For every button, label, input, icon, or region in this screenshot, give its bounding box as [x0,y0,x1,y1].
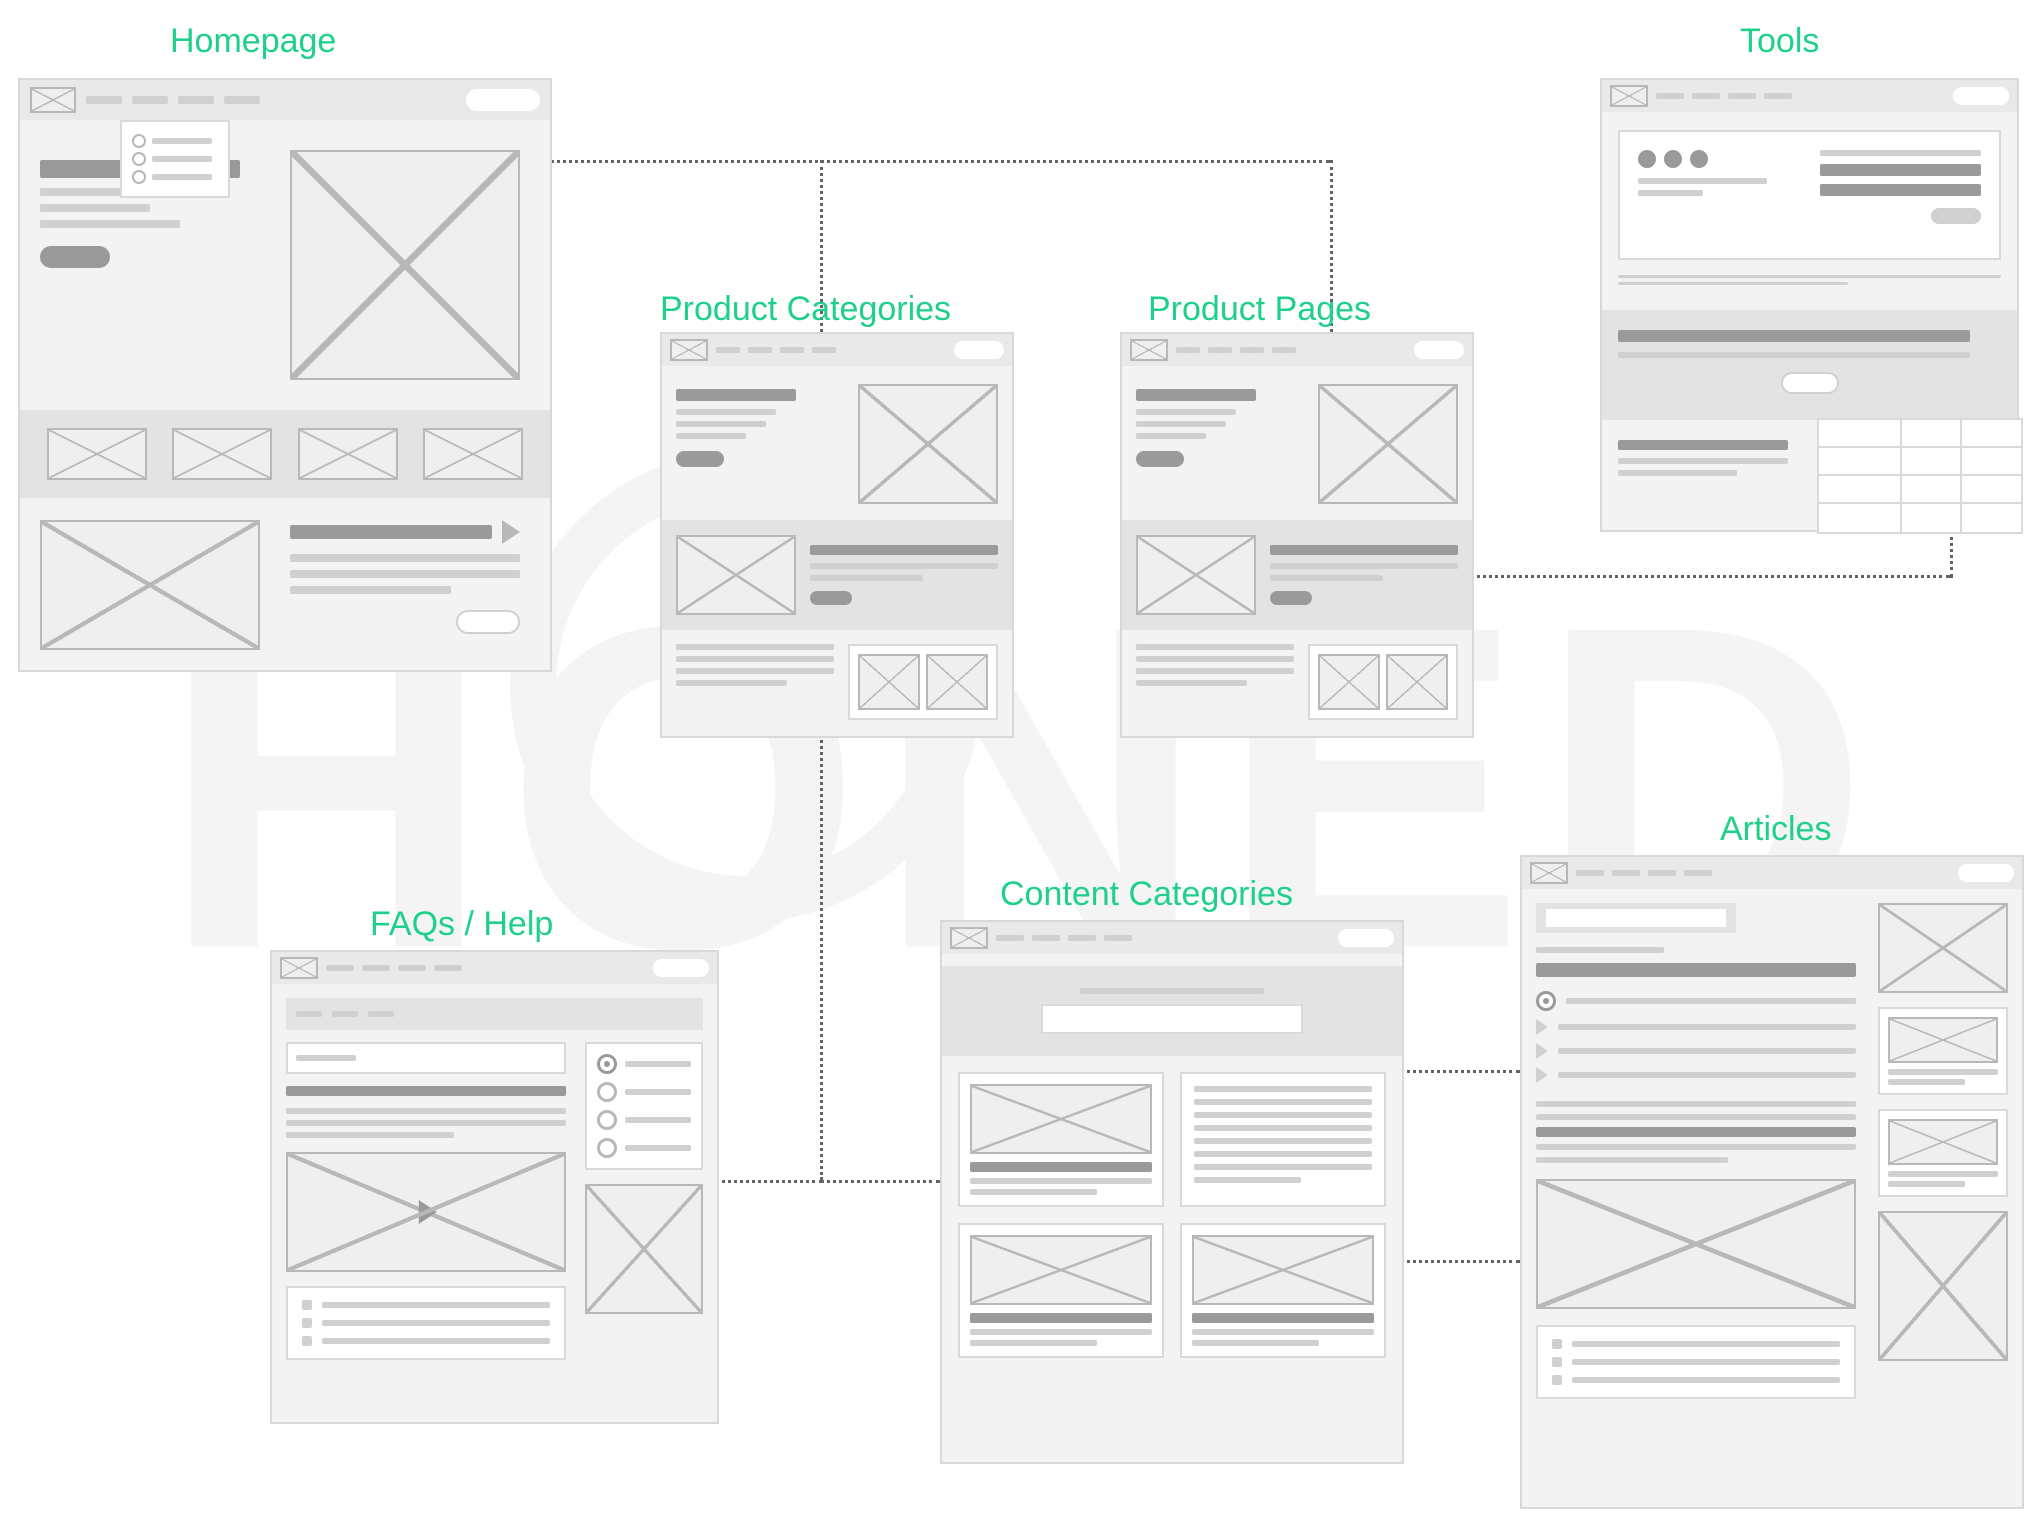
topbar [662,334,1012,366]
sitemap-canvas: HONED Homepage Tools Product Categories … [0,0,2042,1524]
radio-icon [597,1082,617,1102]
logo-icon [30,87,76,113]
dropdown-menu [120,120,230,198]
label-product-categories: Product Categories [660,290,951,329]
thumb [423,428,523,480]
checkbox-icon [1552,1357,1562,1367]
radio-icon [597,1054,617,1074]
topbar [1122,334,1472,366]
logo-icon [1610,85,1648,107]
card-thumb [926,654,988,710]
play-icon [419,1200,437,1224]
card-thumb [1386,654,1448,710]
nav-item [86,96,122,104]
connector [1400,1070,1520,1073]
connector [1470,575,1950,578]
radio-icon [132,152,146,166]
text-block [290,520,520,634]
wireframe-homepage [18,78,552,672]
radio-icon [132,134,146,148]
feature-image [676,535,796,615]
category-thumb [970,1084,1152,1154]
wireframe-tools [1600,78,2019,532]
product-hero-image [1318,384,1458,504]
feature-image [1136,535,1256,615]
topbar [20,80,550,120]
wireframe-faqs-help [270,950,719,1424]
checkbox-icon [302,1336,312,1346]
wireframe-articles [1520,855,2024,1509]
nav-item [224,96,260,104]
checkbox-icon [302,1318,312,1328]
logo-icon [670,339,708,361]
thumb [47,428,147,480]
bullet-arrow-icon [1536,1067,1548,1083]
article-image [1536,1179,1856,1309]
video-placeholder [286,1152,566,1272]
logo-icon [1530,862,1568,884]
play-arrow-icon [502,520,520,544]
sidebar-image [585,1184,703,1314]
label-content-categories: Content Categories [1000,875,1293,914]
category-hero-image [858,384,998,504]
label-articles: Articles [1720,810,1831,849]
option-dot [1690,150,1708,168]
topbar [1522,857,2022,889]
topbar [272,952,717,984]
connector [550,160,1330,163]
option-dot [1664,150,1682,168]
connector [820,735,823,1180]
connector [715,1180,823,1183]
logo-icon [280,957,318,979]
bullet-arrow-icon [1536,1043,1548,1059]
radio-icon [132,170,146,184]
sidebar-image [1878,903,2008,993]
checkbox-icon [1552,1375,1562,1385]
label-homepage: Homepage [170,22,336,61]
bullet-arrow-icon [1536,1019,1548,1035]
sidebar-ad-image [1878,1211,2008,1361]
checkbox-icon [302,1300,312,1310]
connector [1400,1260,1520,1263]
thumb [172,428,272,480]
radio-icon [597,1110,617,1130]
wireframe-product-pages [1120,332,1474,738]
option-dot [1638,150,1656,168]
card-thumb [858,654,920,710]
nav-item [178,96,214,104]
logo-icon [1130,339,1168,361]
media-block [40,520,260,650]
checkbox-icon [1552,1339,1562,1349]
connector [1950,530,1953,578]
wireframe-content-categories [940,920,1404,1464]
label-tools: Tools [1740,22,1819,61]
label-faqs-help: FAQs / Help [370,905,553,944]
topbar [1602,80,2017,112]
category-thumb [1192,1235,1374,1305]
nav-item [132,96,168,104]
label-product-pages: Product Pages [1148,290,1371,329]
card-thumb [1318,654,1380,710]
logo-icon [950,927,988,949]
cta-pill [466,89,540,111]
category-thumb [970,1235,1152,1305]
wireframe-product-categories [660,332,1014,738]
hero-image [290,150,520,380]
connector [820,1180,940,1183]
data-table-card [1817,418,2023,534]
bullet-icon [1536,991,1556,1011]
related-thumb [1888,1017,1998,1063]
thumb [298,428,398,480]
related-thumb [1888,1119,1998,1165]
radio-icon [597,1138,617,1158]
feature-row [20,410,550,498]
topbar [942,922,1402,954]
